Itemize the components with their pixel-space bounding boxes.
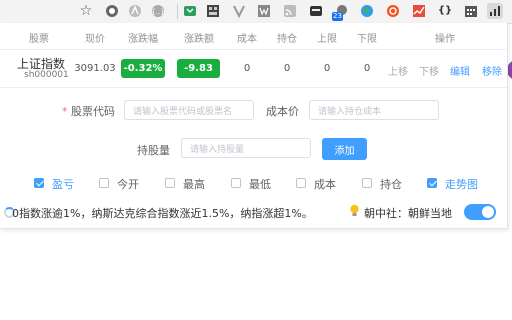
header-holding: 持仓 bbox=[277, 34, 297, 45]
toolbar-separator bbox=[177, 4, 178, 19]
json-braces-icon[interactable]: {} bbox=[437, 3, 453, 19]
rss-feed-icon[interactable] bbox=[282, 3, 298, 19]
news-headline-box: 朝中社：朝鲜当地 bbox=[348, 203, 464, 223]
holding-checkbox-label[interactable]: 持仓 bbox=[380, 176, 402, 192]
trend-chart-checkbox[interactable] bbox=[427, 178, 437, 188]
news-headline[interactable]: 朝中社：朝鲜当地 bbox=[364, 205, 452, 221]
profit-checkbox-label[interactable]: 盈亏 bbox=[52, 176, 74, 192]
cost-price-label: 成本价 bbox=[266, 105, 299, 118]
header-upper: 上限 bbox=[317, 34, 337, 45]
remove-button[interactable]: 移除 bbox=[482, 63, 502, 78]
move-up-button[interactable]: 上移 bbox=[388, 63, 408, 78]
header-cost: 成本 bbox=[237, 34, 257, 45]
extension-v-icon[interactable] bbox=[231, 3, 247, 19]
holding-value: 0 bbox=[283, 63, 291, 74]
stock-trend-icon[interactable] bbox=[411, 3, 427, 19]
quantity-label: 持股量 bbox=[137, 144, 170, 157]
open-checkbox-label[interactable]: 今开 bbox=[117, 176, 139, 192]
bookmark-star-icon[interactable]: ☆ bbox=[78, 3, 94, 19]
add-button[interactable]: 添加 bbox=[322, 138, 367, 160]
stock-code-label: * 股票代码 bbox=[62, 105, 115, 118]
high-checkbox[interactable] bbox=[165, 178, 175, 188]
header-stock: 股票 bbox=[29, 34, 49, 45]
extension-globe-icon[interactable] bbox=[359, 3, 375, 19]
news-ticker: 0指数涨逾1%，纳斯达克综合指数涨近1.5%，纳指涨超1%。 bbox=[12, 207, 313, 220]
svg-text:{..}: {..} bbox=[151, 8, 164, 16]
browser-toolbar: ☆ {..} 23 {} bbox=[0, 0, 512, 24]
extension-w-icon[interactable] bbox=[256, 3, 272, 19]
header-price: 现价 bbox=[85, 34, 105, 45]
cost-checkbox-label[interactable]: 成本 bbox=[314, 176, 336, 192]
low-checkbox-label[interactable]: 最低 bbox=[249, 176, 271, 192]
news-toggle-switch[interactable] bbox=[464, 204, 496, 220]
lower-value: 0 bbox=[363, 63, 371, 74]
header-change-amt: 涨跌额 bbox=[184, 34, 214, 45]
change-pct-badge: -0.32% bbox=[121, 59, 165, 78]
trend-chart-checkbox-label[interactable]: 走势图 bbox=[445, 176, 478, 192]
extension-a-icon[interactable] bbox=[127, 3, 143, 19]
extension-orange-icon[interactable] bbox=[385, 3, 401, 19]
open-checkbox[interactable] bbox=[99, 178, 109, 188]
header-divider bbox=[0, 49, 507, 50]
quantity-input[interactable]: 请输入持股量 bbox=[181, 138, 311, 158]
stock-popup-panel: 股票 现价 涨跌幅 涨跌额 成本 持仓 上限 下限 操作 上证指数 sh0000… bbox=[0, 23, 508, 229]
extension-dark-grid-icon[interactable] bbox=[205, 3, 221, 19]
header-actions: 操作 bbox=[435, 34, 455, 45]
extension-bracket-icon[interactable]: {..} bbox=[150, 3, 166, 19]
upper-value: 0 bbox=[323, 63, 331, 74]
header-change-pct: 涨跌幅 bbox=[128, 34, 158, 45]
header-lower: 下限 bbox=[357, 34, 377, 45]
stock-code: sh000001 bbox=[24, 70, 69, 80]
extension-chat-icon[interactable] bbox=[104, 3, 120, 19]
weather-badge-icon[interactable]: 23 bbox=[332, 3, 350, 21]
cost-price-input[interactable]: 请输入持仓成本 bbox=[309, 100, 439, 120]
move-down-button[interactable]: 下移 bbox=[419, 63, 439, 78]
row-divider bbox=[0, 87, 507, 88]
cost-checkbox[interactable] bbox=[296, 178, 306, 188]
stock-code-input[interactable]: 请输入股票代码或股票名 bbox=[124, 100, 254, 120]
low-checkbox[interactable] bbox=[231, 178, 241, 188]
stock-price: 3091.03 bbox=[74, 63, 116, 74]
edit-button[interactable]: 编辑 bbox=[450, 63, 470, 78]
change-amt-badge: -9.83 bbox=[177, 59, 220, 78]
extension-dark-square-icon[interactable] bbox=[308, 3, 324, 19]
high-checkbox-label[interactable]: 最高 bbox=[183, 176, 205, 192]
profit-checkbox[interactable] bbox=[34, 178, 44, 188]
bar-chart-icon[interactable] bbox=[487, 3, 503, 19]
lightbulb-icon bbox=[349, 204, 360, 221]
calendar-icon[interactable] bbox=[463, 3, 479, 19]
holding-checkbox[interactable] bbox=[362, 178, 372, 188]
cost-value: 0 bbox=[243, 63, 251, 74]
weather-badge-count: 23 bbox=[332, 12, 343, 21]
extension-green-icon[interactable] bbox=[182, 3, 198, 19]
